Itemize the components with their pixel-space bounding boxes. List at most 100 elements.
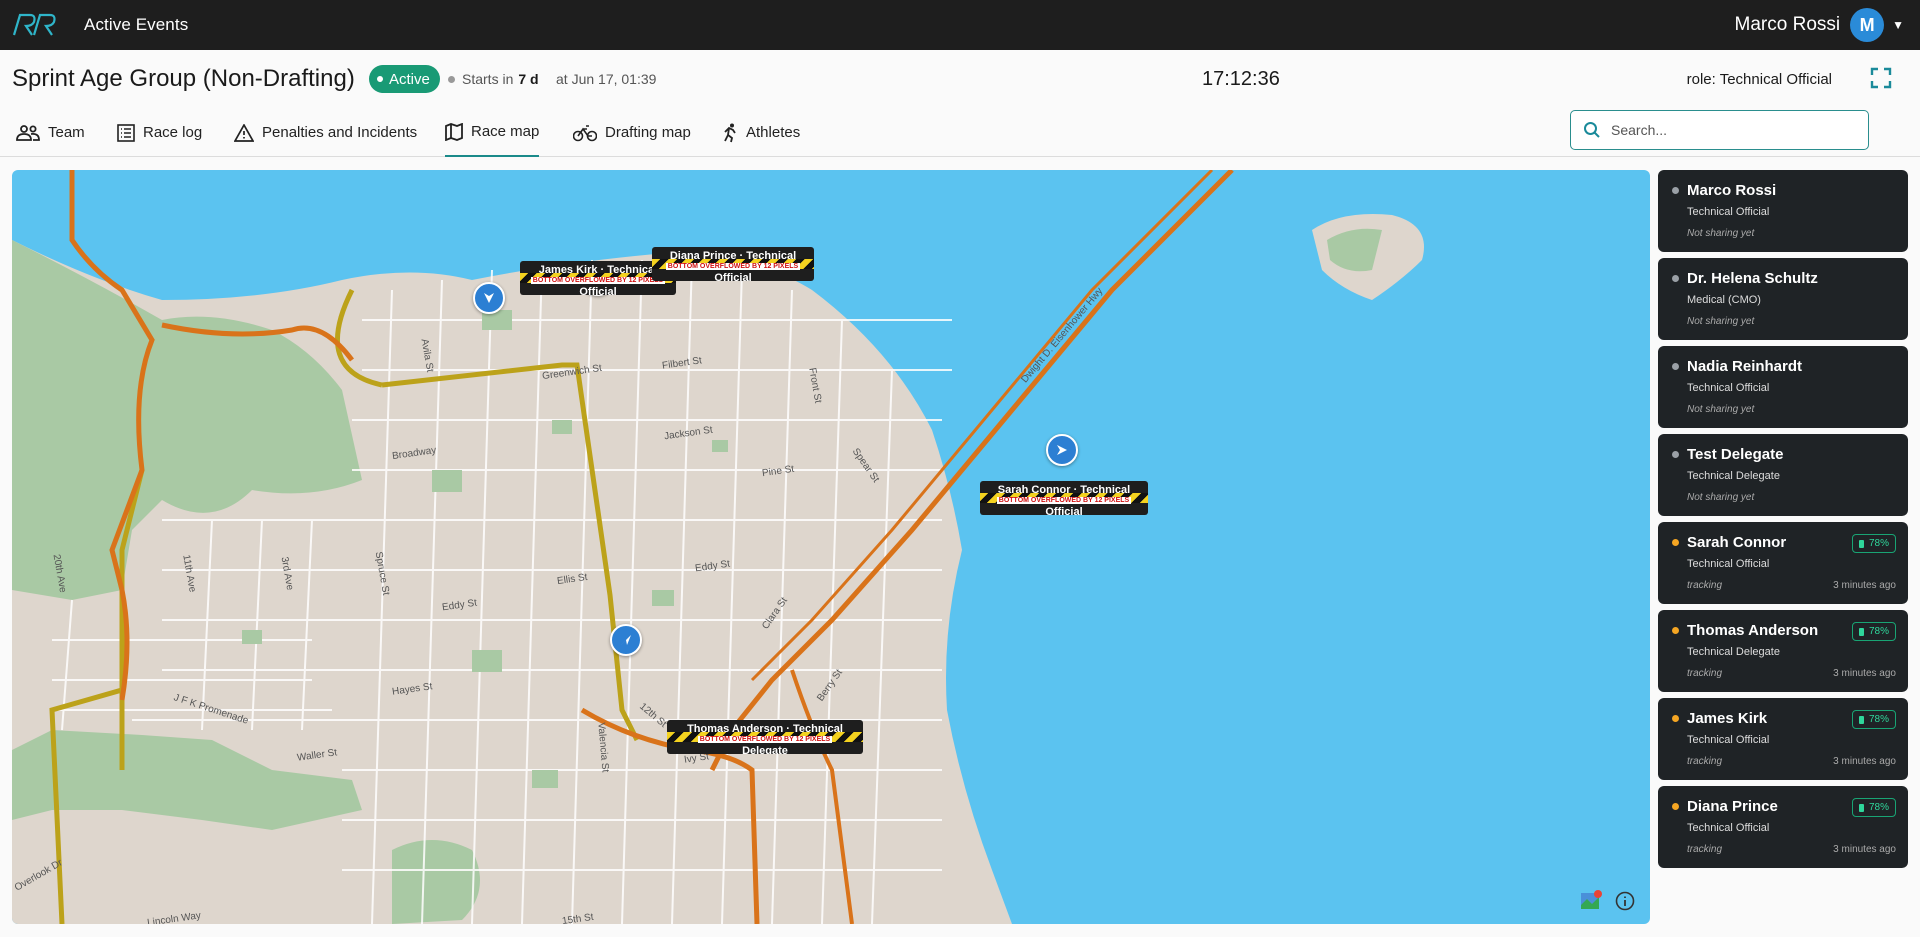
person-role: Technical Official (1687, 558, 1770, 570)
marker-tag-line2: Official (1045, 506, 1083, 515)
status-dot-icon (377, 76, 383, 82)
battery-badge: 78% (1851, 710, 1896, 729)
overflow-warning: BOTTOM OVERFLOWED BY 12 PIXELS (667, 732, 863, 743)
person-role: Medical (CMO) (1687, 294, 1761, 306)
user-menu[interactable]: Marco Rossi M ▼ (1735, 0, 1904, 50)
last-update: 3 minutes ago (1833, 756, 1896, 767)
status-dot-icon (1672, 451, 1679, 458)
direction-arrow-icon (484, 293, 494, 303)
map-layers-icon[interactable] (1578, 888, 1604, 914)
tab-label: Drafting map (605, 124, 691, 141)
last-update: 3 minutes ago (1833, 580, 1896, 591)
bike-icon (573, 124, 597, 141)
app-bar: Active Events Marco Rossi M ▼ (0, 0, 1920, 50)
marker-thomas-anderson[interactable] (610, 624, 642, 656)
brand-logo-icon[interactable] (12, 10, 58, 40)
race-map[interactable]: Greenwich St Filbert St Jackson St Broad… (12, 170, 1650, 924)
person-name: Marco Rossi (1687, 182, 1777, 199)
person-card[interactable]: Marco Rossi Technical Official Not shari… (1658, 170, 1908, 252)
search-box[interactable] (1570, 110, 1869, 150)
overflow-text: BOTTOM OVERFLOWED BY 12 PIXELS (665, 263, 801, 270)
battery-level: 78% (1868, 538, 1889, 549)
direction-arrow-icon (621, 635, 631, 645)
marker-tag-thomas-anderson[interactable]: Thomas Anderson · Technical BOTTOM OVERF… (667, 720, 863, 754)
map-icon (445, 122, 463, 141)
person-name: Diana Prince (1687, 798, 1778, 815)
user-name: Marco Rossi (1734, 14, 1841, 35)
list-icon (117, 123, 135, 142)
person-card[interactable]: Dr. Helena Schultz Medical (CMO) Not sha… (1658, 258, 1908, 340)
event-title: Sprint Age Group (Non-Drafting) (12, 65, 355, 92)
person-name: Sarah Connor (1687, 534, 1787, 551)
person-role: Technical Delegate (1687, 470, 1780, 482)
person-role: Technical Official (1687, 822, 1770, 834)
event-header: Sprint Age Group (Non-Drafting) Active S… (0, 50, 1920, 108)
battery-level: 78% (1868, 802, 1889, 813)
status-dot-icon (1672, 803, 1679, 810)
status-dot-icon (1672, 363, 1679, 370)
status-label: Active (389, 70, 430, 88)
person-status: Not sharing yet (1687, 404, 1755, 415)
person-role: Technical Official (1687, 206, 1770, 218)
tab-label: Race map (471, 123, 540, 140)
search-input[interactable] (1611, 122, 1841, 138)
marker-tag-diana-prince[interactable]: Diana Prince · Technical BOTTOM OVERFLOW… (652, 247, 814, 281)
status-badge: Active (369, 65, 440, 93)
person-card[interactable]: Nadia Reinhardt Technical Official Not s… (1658, 346, 1908, 428)
people-list: Marco Rossi Technical Official Not shari… (1658, 170, 1908, 874)
marker-sarah-connor[interactable] (1046, 434, 1078, 466)
person-role: Technical Official (1687, 382, 1770, 394)
marker-james-kirk[interactable] (473, 282, 505, 314)
avatar[interactable]: M (1850, 8, 1885, 42)
person-status: tracking (1687, 668, 1723, 679)
battery-badge: 78% (1851, 534, 1896, 553)
starts-at: at Jun 17, 01:39 (556, 71, 657, 87)
marker-tag-line2: Official (579, 286, 617, 295)
caret-down-icon[interactable]: ▼ (1892, 18, 1904, 32)
status-dot-icon (1672, 187, 1679, 194)
status-dot-icon (1672, 627, 1679, 634)
tab-race-map[interactable]: Race map (445, 108, 540, 157)
tab-label: Team (48, 124, 85, 141)
tab-athletes[interactable]: Athletes (722, 108, 800, 157)
tab-team[interactable]: Team (16, 108, 85, 157)
team-icon (16, 124, 40, 141)
search-icon (1584, 122, 1600, 138)
runner-icon (724, 123, 736, 142)
tab-penalties[interactable]: Penalties and Incidents (234, 108, 417, 157)
person-card[interactable]: James Kirk 78% Technical Official tracki… (1658, 698, 1908, 780)
battery-icon (1858, 539, 1864, 548)
person-name: Thomas Anderson (1687, 622, 1819, 639)
battery-icon (1858, 627, 1864, 636)
starts-dot-icon (448, 75, 455, 83)
person-card[interactable]: Thomas Anderson 78% Technical Delegate t… (1658, 610, 1908, 692)
status-dot-icon (1672, 715, 1679, 722)
starts-label: Starts in (462, 71, 514, 87)
battery-badge: 78% (1851, 622, 1896, 641)
person-card[interactable]: Diana Prince 78% Technical Official trac… (1658, 786, 1908, 868)
battery-icon (1858, 803, 1864, 812)
clock: 17:12:36 (1202, 68, 1280, 90)
app-title: Active Events (84, 15, 189, 34)
info-icon[interactable] (1612, 888, 1638, 914)
last-update: 3 minutes ago (1833, 844, 1896, 855)
overflow-text: BOTTOM OVERFLOWED BY 12 PIXELS (996, 497, 1132, 504)
starts-value: 7 d (518, 71, 539, 87)
last-update: 3 minutes ago (1833, 668, 1896, 679)
tab-label: Athletes (746, 124, 801, 141)
battery-icon (1858, 715, 1864, 724)
tab-race-log[interactable]: Race log (117, 108, 202, 157)
person-status: tracking (1687, 580, 1723, 591)
person-role: Technical Delegate (1687, 646, 1780, 658)
fullscreen-icon[interactable] (1870, 67, 1892, 89)
starts-in: Starts in 7 d (448, 71, 539, 87)
direction-arrow-icon (1057, 445, 1067, 455)
tab-label: Race log (143, 124, 203, 141)
person-card[interactable]: Test Delegate Technical Delegate Not sha… (1658, 434, 1908, 516)
person-status: tracking (1687, 844, 1723, 855)
person-card[interactable]: Sarah Connor 78% Technical Official trac… (1658, 522, 1908, 604)
status-dot-icon (1672, 275, 1679, 282)
warning-icon (234, 123, 254, 142)
tab-drafting-map[interactable]: Drafting map (573, 108, 691, 157)
marker-tag-sarah-connor[interactable]: Sarah Connor · Technical BOTTOM OVERFLOW… (980, 481, 1148, 515)
